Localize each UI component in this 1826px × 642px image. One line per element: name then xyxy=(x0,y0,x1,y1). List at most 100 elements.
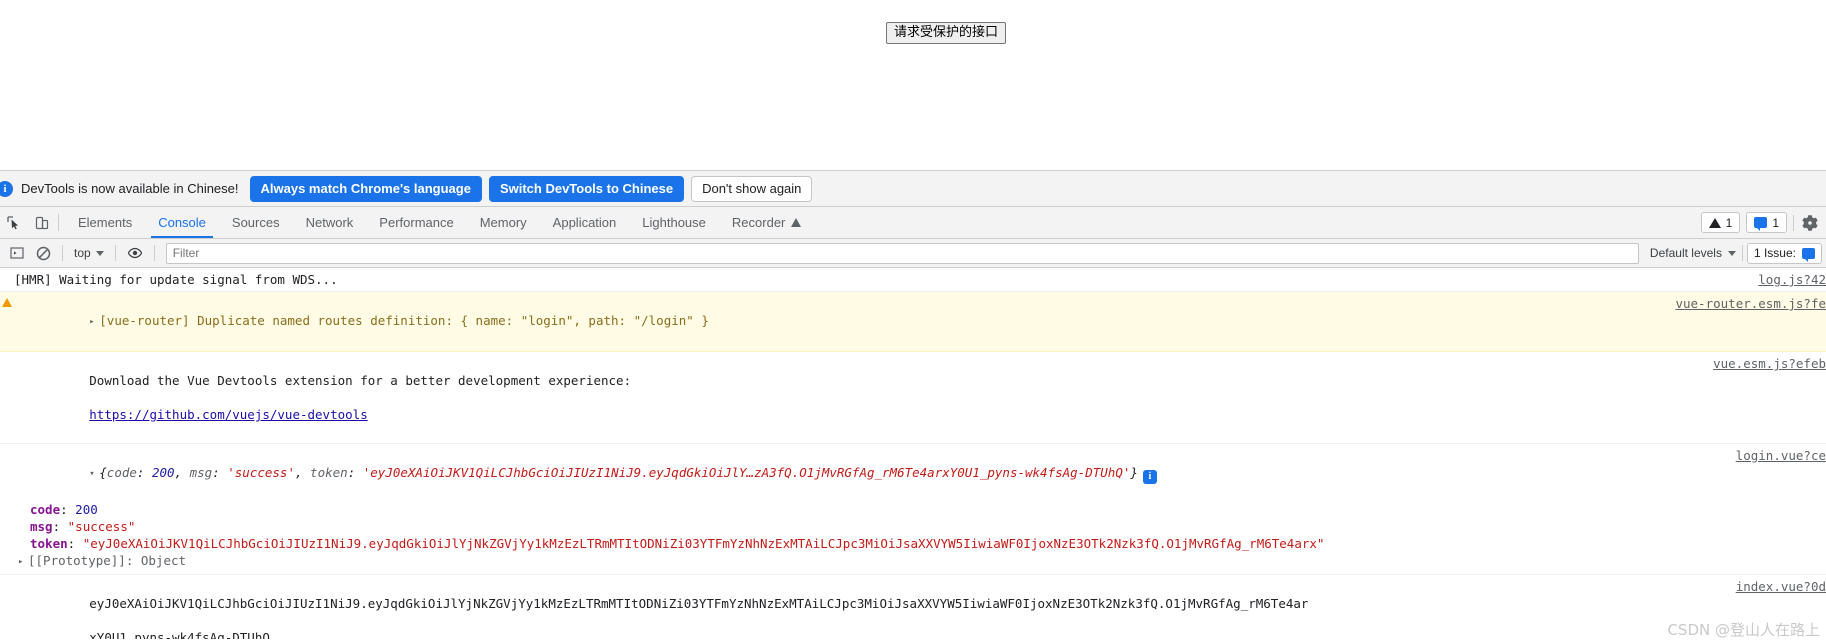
dont-show-again-button[interactable]: Don't show again xyxy=(691,175,813,202)
toolbar-divider xyxy=(1741,245,1743,261)
tab-elements[interactable]: Elements xyxy=(65,207,145,238)
object-property-code: code: 200 xyxy=(0,501,1826,518)
warning-triangle-icon xyxy=(791,218,802,227)
vue-devtools-link[interactable]: https://github.com/vuejs/vue-devtools xyxy=(89,407,367,422)
property-value: "eyJ0eXAiOiJKV1QiLCJhbGciOiJIUzI1NiJ9.ey… xyxy=(82,535,1325,551)
expand-arrow-icon[interactable]: ▸ xyxy=(89,314,99,331)
preview-value-token: 'eyJ0eXAiOiJKV1QiLCJhbGciOiJIUzI1NiJ9.ey… xyxy=(362,465,1131,480)
collapse-arrow-icon[interactable]: ▾ xyxy=(89,466,99,483)
console-message-object-expanded[interactable]: ▾ {code: 200, msg: 'success', token: 'eyJ… xyxy=(0,444,1826,575)
preview-key-code: code xyxy=(106,465,137,480)
console-message-text: ▸ [vue-router] Duplicate named routes def… xyxy=(0,295,1826,348)
tab-lighthouse[interactable]: Lighthouse xyxy=(629,207,719,238)
preview-value-code: 200 xyxy=(151,465,175,480)
warning-count: 1 xyxy=(1725,215,1733,230)
preview-tail: , xyxy=(174,465,190,480)
toolbar-divider xyxy=(153,245,155,261)
console-message-list[interactable]: [HMR] Waiting for update signal from WDS… xyxy=(0,268,1826,639)
tab-console[interactable]: Console xyxy=(145,207,219,238)
tab-label: Performance xyxy=(379,215,454,230)
tab-recorder[interactable]: Recorder xyxy=(719,207,814,238)
tab-application[interactable]: Application xyxy=(540,207,630,238)
prototype-label: [[Prototype]]: Object xyxy=(28,552,187,568)
object-prototype-row[interactable]: ▸ [[Prototype]]: Object xyxy=(0,552,1826,571)
chevron-down-icon xyxy=(95,250,104,256)
expand-arrow-icon[interactable]: ▸ xyxy=(18,554,28,571)
warning-text: [vue-router] Duplicate named routes defi… xyxy=(99,313,709,328)
console-source-link[interactable]: vue-router.esm.js?fe xyxy=(1675,295,1826,312)
live-expression-icon[interactable] xyxy=(122,242,148,264)
console-message-text: [HMR] Waiting for update signal from WDS… xyxy=(14,272,338,287)
filter-input[interactable] xyxy=(165,242,1639,264)
gear-icon[interactable] xyxy=(1800,213,1820,233)
preview-value-msg: 'success' xyxy=(227,465,295,480)
preview-sep: : xyxy=(136,465,152,480)
tabstrip-divider xyxy=(1793,214,1794,231)
devtools-tabs: Elements Console Sources Network Perform… xyxy=(65,207,814,238)
console-source-link[interactable]: log.js?42 xyxy=(1758,271,1826,288)
console-message[interactable]: [HMR] Waiting for update signal from WDS… xyxy=(0,268,1826,292)
preview-tail: , xyxy=(294,465,311,480)
infobar-message: DevTools is now available in Chinese! xyxy=(21,181,239,196)
console-message-text: eyJ0eXAiOiJKV1QiLCJhbGciOiJIUzI1NiJ9.eyJ… xyxy=(0,578,1826,640)
console-source-link[interactable]: index.vue?0d xyxy=(1736,578,1826,595)
tab-label: Recorder xyxy=(731,215,786,230)
devtools-panel: i DevTools is now available in Chinese! … xyxy=(0,170,1826,642)
console-source-link[interactable]: login.vue?ce xyxy=(1736,447,1826,464)
console-message-warning[interactable]: ▸ [vue-router] Duplicate named routes def… xyxy=(0,292,1826,352)
tab-label: Elements xyxy=(78,215,133,230)
inspect-element-icon[interactable] xyxy=(0,207,28,238)
request-protected-api-button[interactable]: 请求受保护的接口 xyxy=(886,22,1007,44)
property-key: token xyxy=(30,535,68,551)
issues-label: 1 Issue: xyxy=(1753,246,1796,260)
property-value: "success" xyxy=(67,518,136,534)
console-filter-toolbar: top Default levels 1 Issue: xyxy=(0,239,1826,268)
execution-context-label: top xyxy=(74,246,91,260)
brace-close: } xyxy=(1130,465,1138,480)
tab-label: Console xyxy=(158,215,206,230)
property-sep: : xyxy=(52,518,68,534)
tab-performance[interactable]: Performance xyxy=(366,207,466,238)
console-message[interactable]: Download the Vue Devtools extension for … xyxy=(0,352,1826,444)
console-source-link[interactable]: vue.esm.js?efeb xyxy=(1713,355,1826,372)
object-property-token: token: "eyJ0eXAiOiJKV1QiLCJhbGciOiJIUzI1… xyxy=(0,535,1826,552)
switch-devtools-to-chinese-button[interactable]: Switch DevTools to Chinese xyxy=(488,175,685,202)
device-toolbar-icon[interactable] xyxy=(28,207,56,238)
chevron-down-icon xyxy=(1727,250,1736,256)
token-line-2: xY0U1_pyns-wk4fsAg-DTUhQ xyxy=(89,629,270,640)
devtools-language-infobar: i DevTools is now available in Chinese! … xyxy=(0,171,1826,207)
devtools-tabstrip: Elements Console Sources Network Perform… xyxy=(0,207,1826,239)
console-object-preview: ▾ {code: 200, msg: 'success', token: 'eyJ… xyxy=(0,447,1826,501)
tab-network[interactable]: Network xyxy=(293,207,367,238)
log-levels-selector[interactable]: Default levels xyxy=(1644,244,1742,262)
messages-counter-button[interactable]: 1 xyxy=(1746,212,1787,233)
issue-bubble-icon xyxy=(1802,247,1815,262)
preview-sep: : xyxy=(347,465,363,480)
inspected-page-area: 请求受保护的接口 xyxy=(0,0,1826,170)
tab-label: Application xyxy=(552,215,617,230)
warnings-counter-button[interactable]: 1 xyxy=(1700,212,1741,233)
tab-label: Sources xyxy=(231,215,280,230)
tabstrip-divider xyxy=(58,214,59,231)
info-icon[interactable]: i xyxy=(1142,469,1157,484)
issues-button[interactable]: 1 Issue: xyxy=(1746,242,1822,264)
property-sep: : xyxy=(67,535,83,551)
warning-triangle-icon xyxy=(1708,217,1721,228)
always-match-chrome-language-button[interactable]: Always match Chrome's language xyxy=(249,175,482,202)
console-message-raw-token[interactable]: eyJ0eXAiOiJKV1QiLCJhbGciOiJIUzI1NiJ9.eyJ… xyxy=(0,575,1826,640)
clear-console-icon[interactable] xyxy=(30,242,56,264)
execution-context-selector[interactable]: top xyxy=(69,244,109,262)
tab-sources[interactable]: Sources xyxy=(219,207,293,238)
tabstrip-right-controls: 1 1 xyxy=(1700,207,1826,238)
tab-memory[interactable]: Memory xyxy=(467,207,540,238)
property-key: code xyxy=(30,501,61,517)
toolbar-divider xyxy=(114,245,116,261)
message-bubble-icon xyxy=(1754,217,1768,231)
console-message-text: Download the Vue Devtools extension for … xyxy=(0,355,1826,440)
preview-key-token: token xyxy=(310,465,348,480)
message-line-1: Download the Vue Devtools extension for … xyxy=(89,373,632,388)
console-sidebar-icon[interactable] xyxy=(4,242,30,264)
message-count: 1 xyxy=(1772,215,1779,230)
preview-key-msg: msg xyxy=(189,465,213,480)
tab-label: Network xyxy=(305,215,354,230)
